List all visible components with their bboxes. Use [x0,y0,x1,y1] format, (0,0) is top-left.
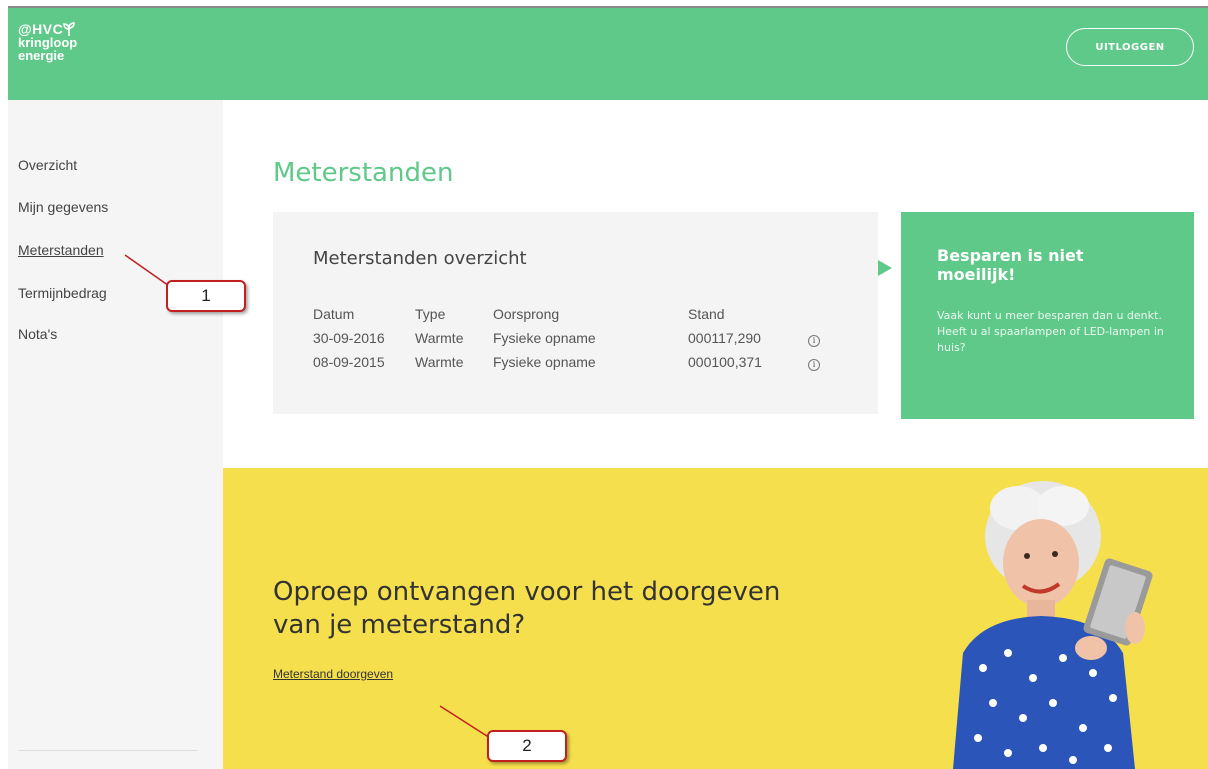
sidebar-item-notas[interactable]: Nota's [18,326,57,342]
column-header-info [808,302,838,326]
page-title: Meterstanden [273,158,454,188]
cell-oorsprong: Fysieke opname [493,330,596,346]
sidebar-divider [18,750,198,751]
column-header-stand: Stand [688,306,725,322]
tip-pointer-icon [878,260,892,276]
info-icon[interactable]: i [808,358,820,371]
cell-stand: 000100,371 [688,354,762,370]
tip-card: Besparen is niet moeilijk! Vaak kunt u m… [901,212,1194,419]
callout-badge-1: 1 [166,280,246,312]
cell-type: Warmte [415,354,464,370]
cell-info: i [808,326,838,350]
meter-table: Datum Type Oorsprong Stand 30-09-2016 Wa… [313,302,838,374]
callout-badge-2: 2 [487,730,567,762]
logo-line-3: energie [18,48,65,63]
meter-overview-card: Meterstanden overzicht Datum Type Oorspr… [273,212,878,414]
column-header-datum: Datum [313,306,355,322]
info-icon[interactable]: i [808,334,820,347]
table-row: 30-09-2016 Warmte Fysieke opname 000117,… [313,326,838,350]
tip-title: Besparen is niet moeilijk! [937,246,1084,284]
column-header-oorsprong: Oorsprong [493,306,560,322]
sidebar-item-meterstanden[interactable]: Meterstanden [18,242,104,258]
cell-type: Warmte [415,330,464,346]
sidebar-item-termijnbedrag[interactable]: Termijnbedrag [18,285,107,301]
logout-button[interactable]: UITLOGGEN [1066,28,1194,66]
cell-info: i [808,350,838,374]
table-header-row: Datum Type Oorsprong Stand [313,302,838,326]
logo[interactable]: @HVC kringloop energie [18,22,77,62]
sidebar: Overzicht Mijn gegevens Meterstanden Ter… [8,100,223,769]
cta-panel: Oproep ontvangen voor het doorgeven van … [223,468,1208,769]
sprout-icon [63,22,76,36]
card-title: Meterstanden overzicht [313,248,527,269]
table-row: 08-09-2015 Warmte Fysieke opname 000100,… [313,350,838,374]
column-header-type: Type [415,306,446,322]
cell-datum: 30-09-2016 [313,330,385,346]
cell-oorsprong: Fysieke opname [493,354,596,370]
cta-title: Oproep ontvangen voor het doorgeven van … [273,577,781,640]
cell-datum: 08-09-2015 [313,354,385,370]
sidebar-item-mijn-gegevens[interactable]: Mijn gegevens [18,199,108,215]
cell-stand: 000117,290 [688,330,761,346]
submit-meter-reading-link[interactable]: Meterstand doorgeven [273,667,393,681]
sidebar-item-overzicht[interactable]: Overzicht [18,157,77,173]
woman-with-tablet-illustration [953,481,1153,769]
top-bar: @HVC kringloop energie UITLOGGEN [8,6,1208,100]
tip-text: Vaak kunt u meer besparen dan u denkt. H… [937,309,1164,354]
